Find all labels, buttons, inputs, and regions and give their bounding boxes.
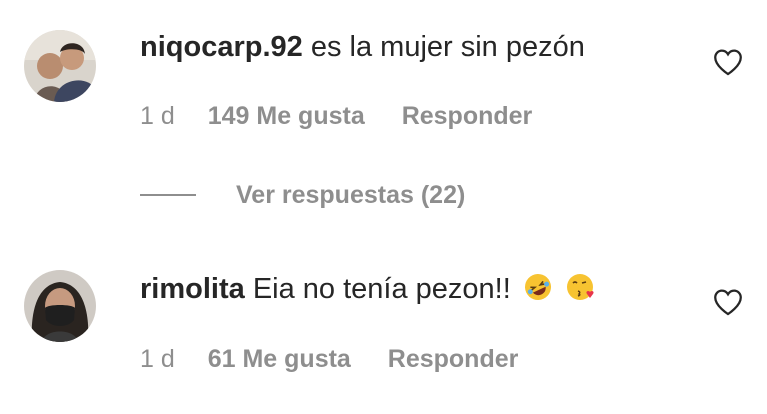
like-heart-icon[interactable] bbox=[711, 45, 745, 79]
comment-text: niqocarp.92 es la mujer sin pezón bbox=[140, 30, 585, 64]
comment-body: Eia no tenía pezon!! bbox=[252, 273, 511, 305]
view-replies-label[interactable]: Ver respuestas (22) bbox=[236, 181, 465, 210]
comment-username[interactable]: rimolita bbox=[140, 273, 245, 305]
comment-timestamp: 1 d bbox=[140, 102, 175, 130]
comment-body: es la mujer sin pezón bbox=[310, 31, 585, 63]
comment-text: rimolita Eia no tenía pezon!! bbox=[140, 272, 595, 306]
rolling-on-floor-laughing-emoji-icon bbox=[523, 272, 553, 302]
comment-timestamp: 1 d bbox=[140, 345, 175, 373]
reply-button[interactable]: Responder bbox=[402, 101, 533, 131]
comment-meta: 1 d 61 Me gusta Responder bbox=[140, 344, 518, 374]
view-replies-toggle[interactable]: Ver respuestas (22) bbox=[140, 178, 465, 212]
reply-button[interactable]: Responder bbox=[388, 344, 519, 374]
like-heart-icon[interactable] bbox=[711, 285, 745, 319]
avatar[interactable] bbox=[24, 30, 96, 102]
avatar[interactable] bbox=[24, 270, 96, 342]
comment-likes-count[interactable]: 149 Me gusta bbox=[208, 101, 365, 131]
replies-divider-line bbox=[140, 194, 196, 196]
comment-username[interactable]: niqocarp.92 bbox=[140, 31, 303, 63]
comment-likes-count[interactable]: 61 Me gusta bbox=[208, 344, 351, 374]
face-blowing-kiss-emoji-icon bbox=[565, 272, 595, 302]
comment-meta: 1 d 149 Me gusta Responder bbox=[140, 101, 532, 131]
